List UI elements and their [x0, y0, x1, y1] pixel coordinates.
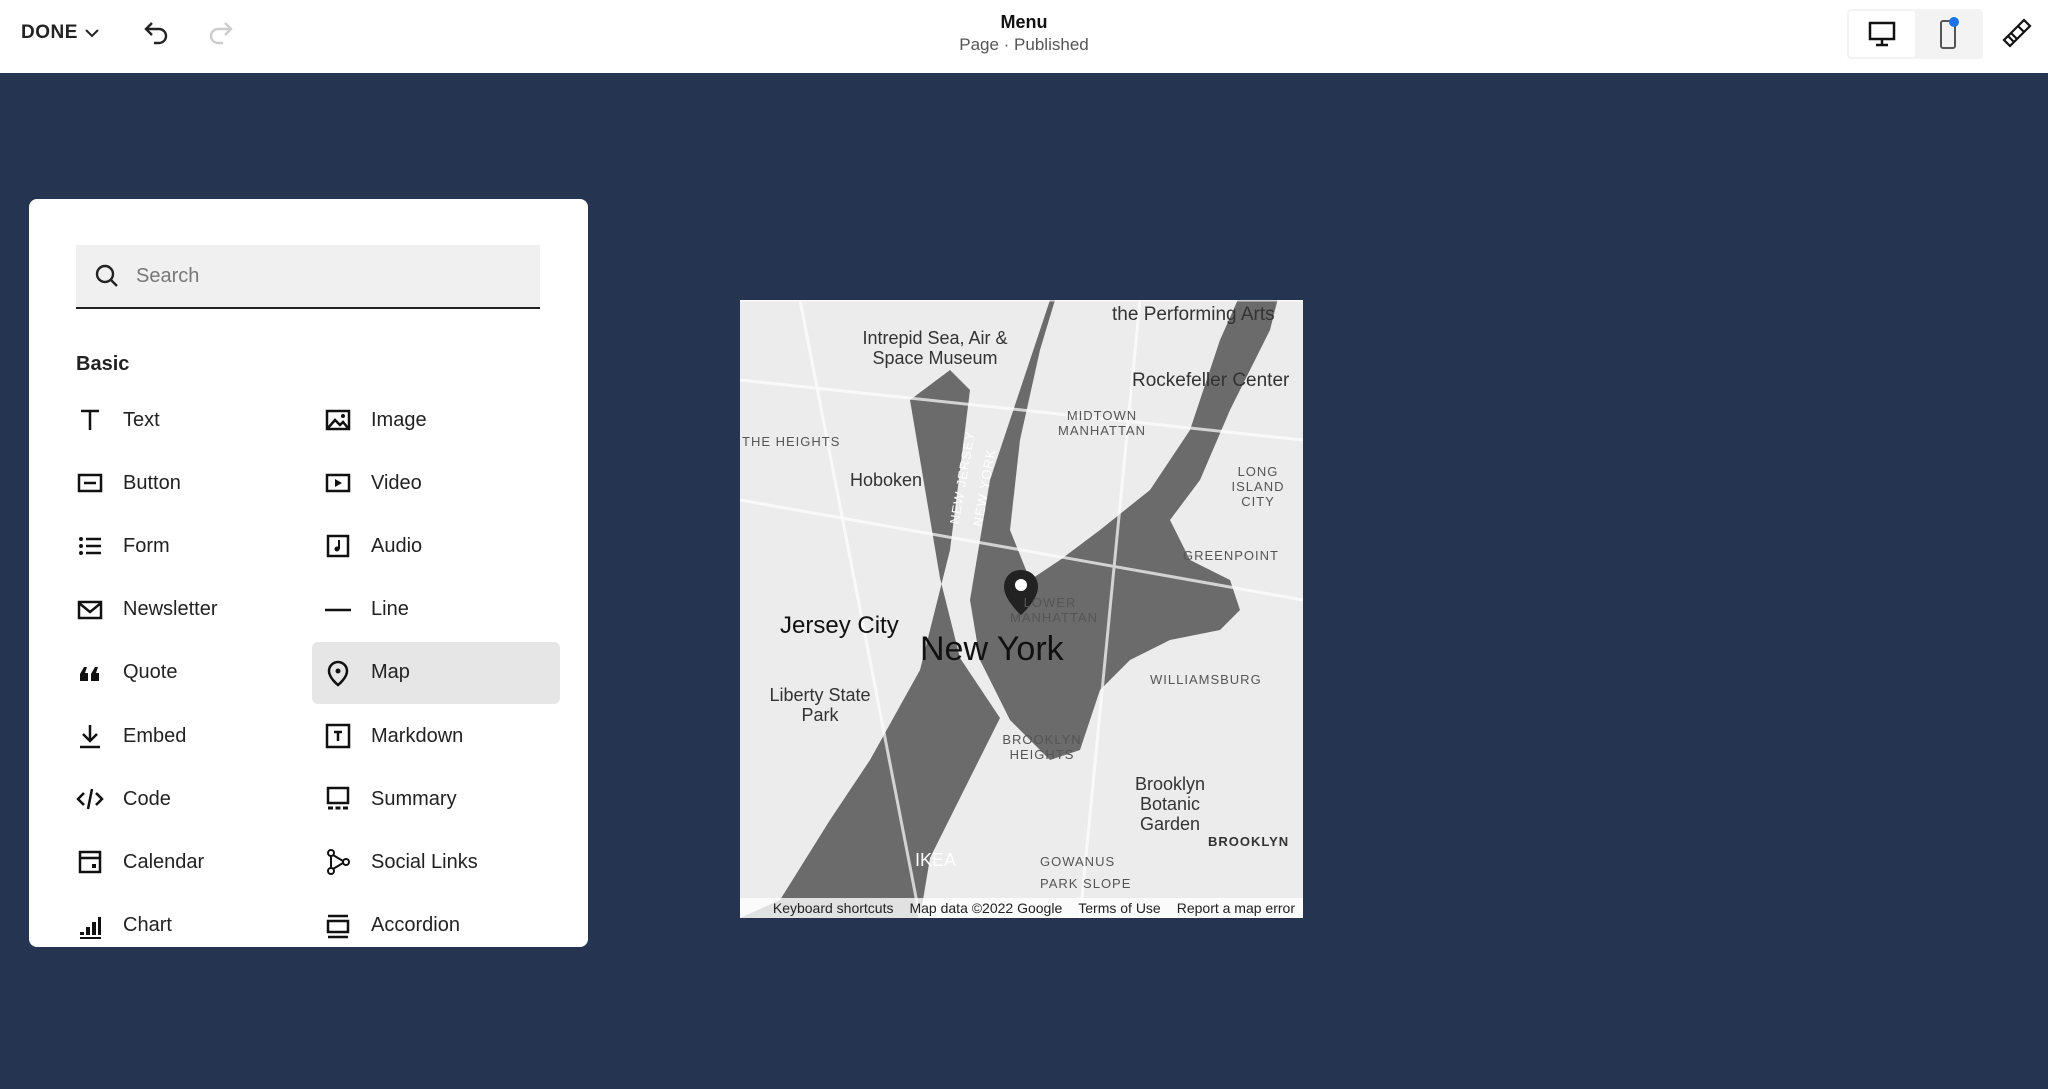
- device-toggle: [1847, 9, 1983, 59]
- mobile-icon: [1940, 17, 1959, 49]
- map-label: BROOKLYN HEIGHTS: [1002, 732, 1082, 762]
- map-pin-icon: [327, 660, 349, 687]
- map-label: BROOKLYN: [1208, 834, 1290, 849]
- social-links-icon: [327, 849, 350, 876]
- block-item-label: Button: [123, 471, 181, 494]
- page-title: Menu: [1000, 12, 1048, 32]
- map-label: LONG ISLAND CITY: [1231, 464, 1285, 509]
- block-item-label: Newsletter: [123, 598, 218, 621]
- accordion-icon: [326, 914, 350, 938]
- block-item-line[interactable]: Line: [312, 579, 560, 641]
- block-item-label: Calendar: [123, 850, 205, 873]
- block-item-map[interactable]: Map: [312, 641, 560, 704]
- search-field[interactable]: [76, 245, 540, 309]
- block-item-social-links[interactable]: Social Links: [312, 831, 560, 893]
- block-item-form[interactable]: Form: [64, 515, 312, 577]
- block-item-label: Line: [371, 598, 409, 621]
- block-item-label: Summary: [371, 787, 457, 810]
- block-item-text[interactable]: Text: [64, 389, 312, 451]
- block-item-label: Audio: [371, 534, 423, 557]
- map-label: Liberty State Park: [769, 685, 871, 725]
- block-item-video[interactable]: Video: [312, 452, 560, 514]
- form-icon: [79, 537, 101, 556]
- button-icon: [77, 473, 103, 493]
- line-icon: [325, 608, 351, 611]
- block-item-summary[interactable]: Summary: [312, 768, 560, 830]
- block-item-label: Map: [371, 661, 410, 684]
- map-label: WILLIAMSBURG: [1150, 672, 1262, 687]
- map-label: the Performing Arts: [1112, 304, 1275, 325]
- block-item-chart[interactable]: Chart: [64, 895, 312, 947]
- search-icon: [95, 264, 118, 287]
- block-item-quote[interactable]: Quote: [64, 642, 312, 704]
- block-item-label: Markdown: [371, 724, 464, 747]
- block-item-code[interactable]: Code: [64, 768, 312, 830]
- calendar-icon: [78, 851, 102, 874]
- map-label: New York: [920, 630, 1064, 668]
- image-icon: [325, 409, 351, 431]
- quote-icon: [80, 666, 99, 681]
- block-item-newsletter[interactable]: Newsletter: [64, 579, 312, 641]
- keyboard-shortcuts-link[interactable]: Keyboard shortcuts: [773, 900, 894, 916]
- map-block[interactable]: New York Jersey City Hoboken Intrepid Se…: [740, 300, 1303, 918]
- terms-link[interactable]: Terms of Use: [1078, 900, 1160, 916]
- report-error-link[interactable]: Report a map error: [1177, 900, 1295, 916]
- map-label: LOWER MANHATTAN: [1010, 595, 1098, 625]
- map-label: Jersey City: [780, 612, 899, 639]
- audio-icon: [326, 535, 350, 558]
- chart-icon: [80, 916, 101, 939]
- block-item-label: Text: [123, 408, 160, 431]
- block-item-label: Embed: [123, 724, 187, 747]
- block-item-label: Chart: [123, 914, 172, 937]
- mobile-view-button[interactable]: [1917, 11, 1981, 57]
- block-item-label: Quote: [123, 661, 178, 684]
- map-label: GOWANUS: [1040, 854, 1116, 869]
- map-label: THE HEIGHTS: [742, 434, 841, 449]
- map-label: Hoboken: [850, 470, 923, 490]
- block-item-label: Code: [123, 787, 171, 810]
- code-icon: [76, 788, 104, 810]
- newsletter-icon: [77, 600, 103, 619]
- map-label: IKEA: [915, 850, 957, 870]
- section-heading: Basic: [76, 353, 130, 375]
- block-item-label: Form: [123, 534, 170, 557]
- map-label: Rockefeller Center: [1132, 370, 1290, 391]
- summary-icon: [326, 786, 350, 810]
- video-icon: [325, 473, 351, 493]
- desktop-icon: [1868, 21, 1896, 47]
- block-item-calendar[interactable]: Calendar: [64, 831, 312, 893]
- map-label: Intrepid Sea, Air & Space Museum: [862, 328, 1008, 368]
- map-label: PARK SLOPE: [1040, 876, 1132, 891]
- block-item-accordion[interactable]: Accordion: [312, 895, 560, 947]
- block-item-label: Image: [371, 408, 427, 431]
- map-label: GREENPOINT: [1183, 548, 1279, 563]
- top-bar: DONE Menu Page · Published: [0, 0, 2048, 73]
- block-item-markdown[interactable]: Markdown: [312, 705, 560, 767]
- block-item-label: Video: [371, 471, 422, 494]
- desktop-view-button[interactable]: [1849, 11, 1915, 57]
- page-status: Page · Published: [959, 35, 1089, 54]
- map-label: MIDTOWN MANHATTAN: [1058, 408, 1146, 438]
- block-item-image[interactable]: Image: [312, 389, 560, 451]
- block-item-button[interactable]: Button: [64, 452, 312, 514]
- block-item-label: Social Links: [371, 850, 478, 873]
- design-brush-icon[interactable]: [2000, 18, 2032, 50]
- map-data-text: Map data ©2022 Google: [909, 900, 1063, 916]
- search-input[interactable]: [136, 264, 516, 288]
- text-icon: [81, 409, 99, 430]
- embed-icon: [80, 725, 100, 749]
- markdown-icon: [325, 723, 351, 749]
- map-attribution: Keyboard shortcuts Map data ©2022 Google…: [740, 898, 1303, 918]
- block-item-audio[interactable]: Audio: [312, 515, 560, 577]
- block-item-embed[interactable]: Embed: [64, 705, 312, 767]
- add-block-panel: Basic Text Image Button Video Form Audio Newsl…: [29, 199, 588, 947]
- map-label: Brooklyn Botanic Garden: [1134, 774, 1206, 834]
- block-item-label: Accordion: [371, 914, 460, 937]
